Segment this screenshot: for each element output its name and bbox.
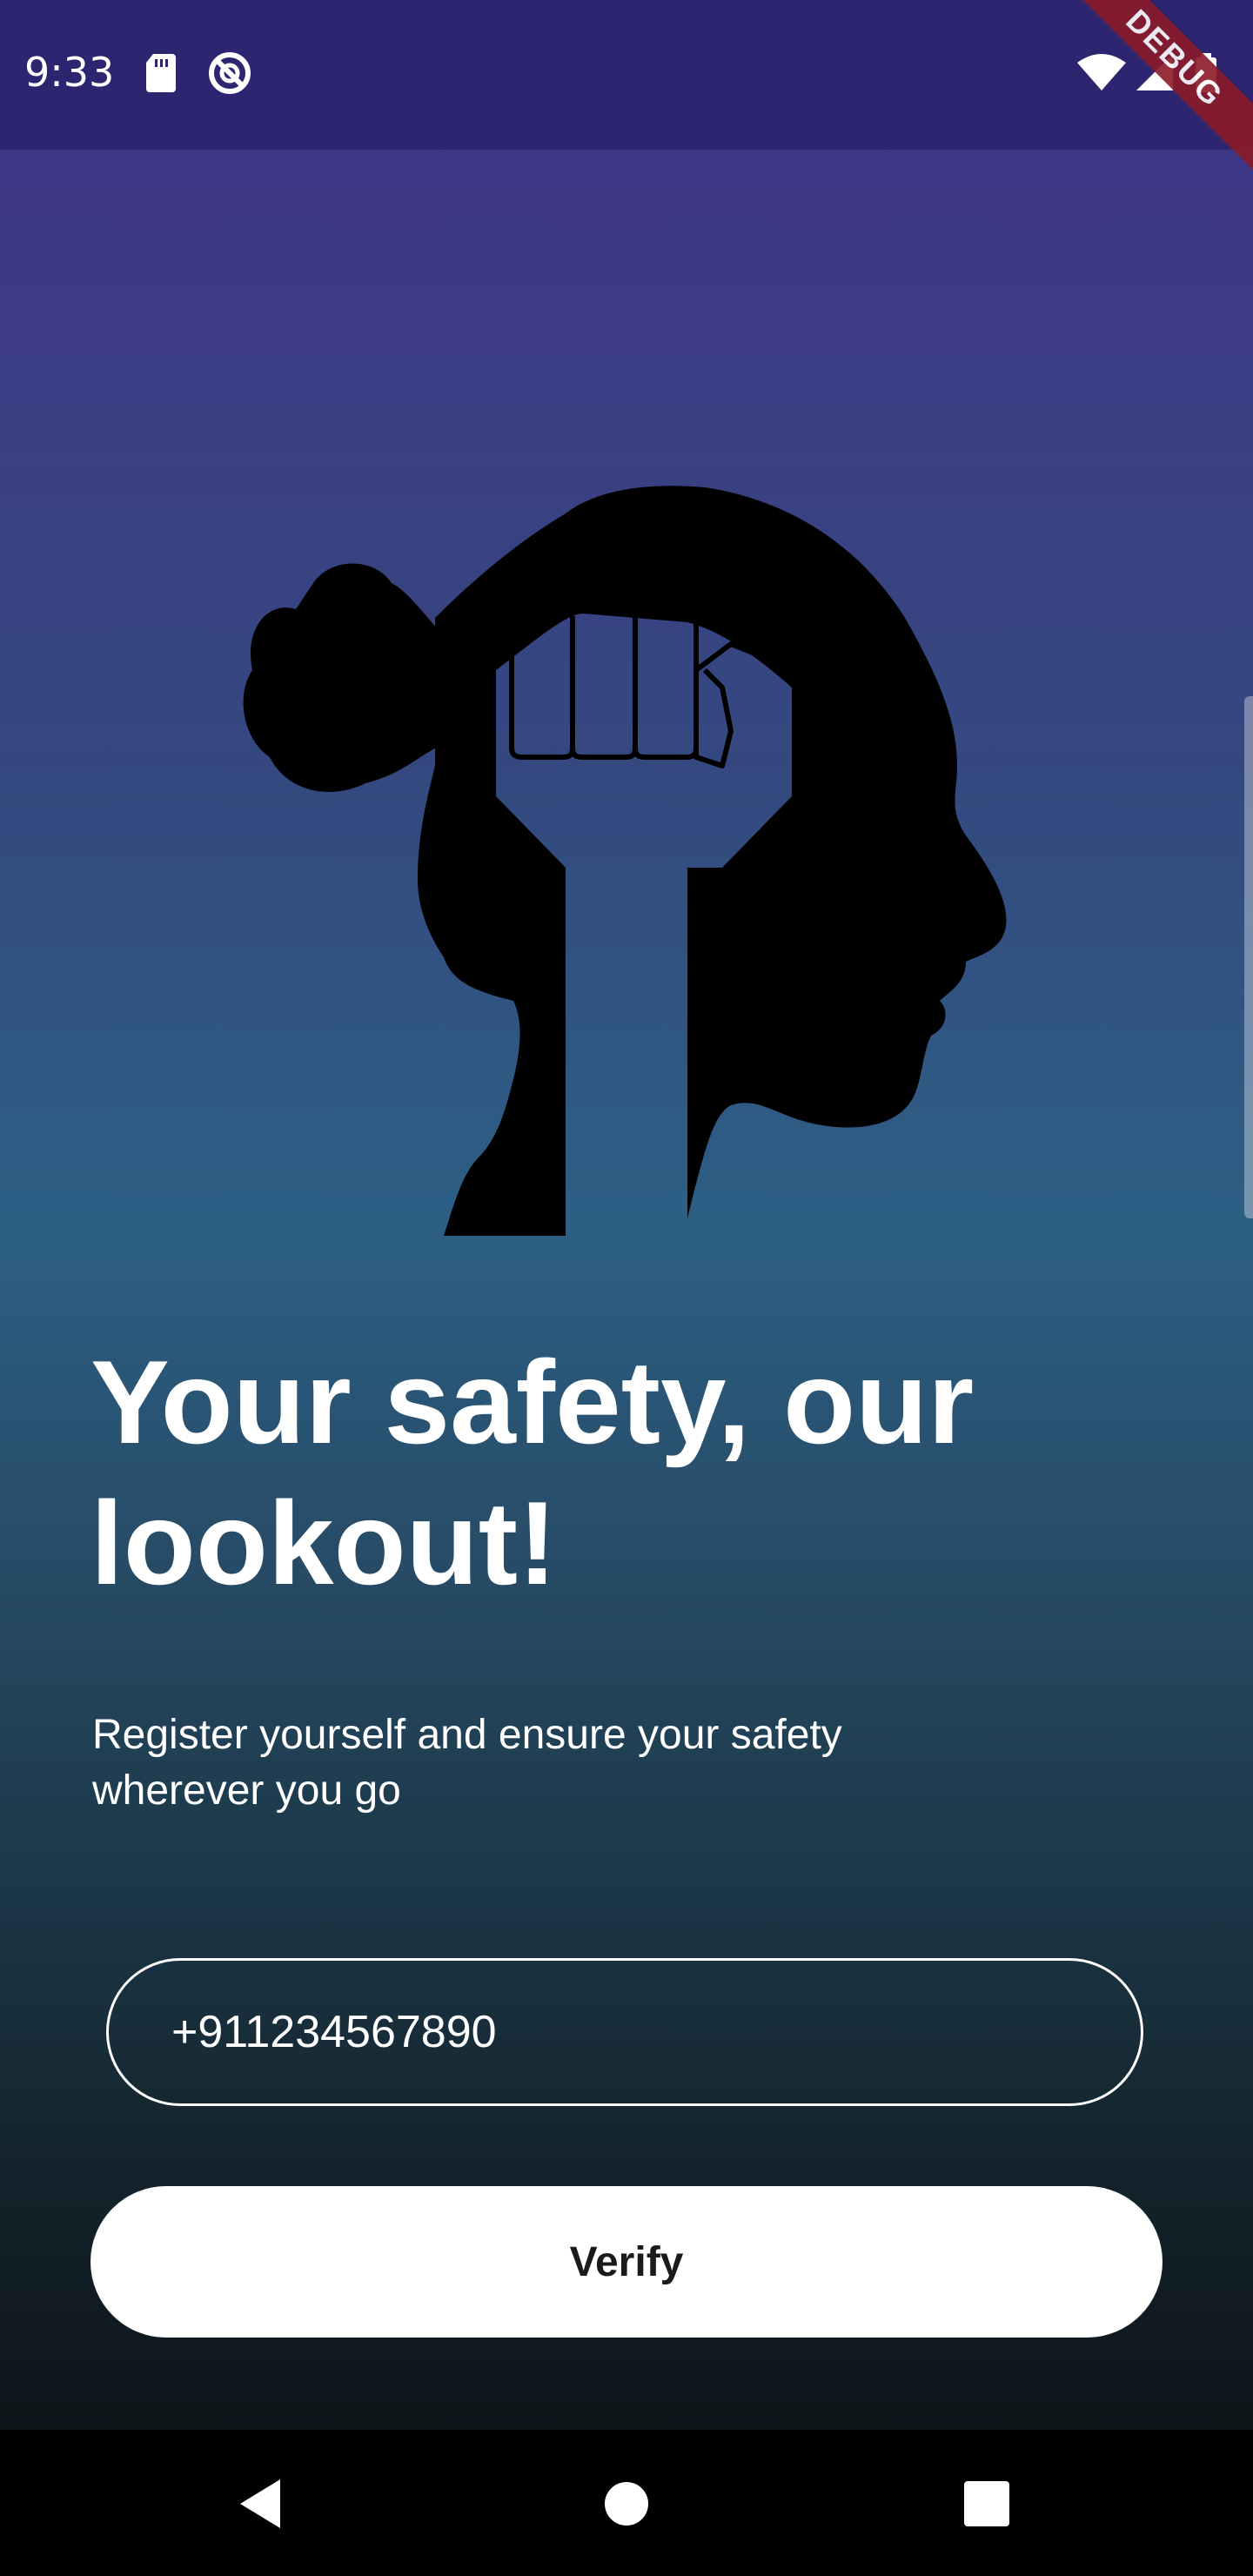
sd-card-icon <box>144 52 178 98</box>
status-time: 9:33 <box>24 49 115 96</box>
home-icon[interactable] <box>587 2465 666 2543</box>
phone-number-input[interactable] <box>106 1958 1143 2106</box>
woman-profile-fist-icon <box>235 470 1018 1253</box>
verify-button[interactable]: Verify <box>90 2186 1163 2338</box>
page-subtitle: Register yourself and ensure your safety… <box>92 1712 842 1814</box>
wifi-icon <box>1077 54 1126 91</box>
status-bar: 9:33 DEBUG <box>0 0 1253 192</box>
navigation-bar <box>0 2430 1253 2576</box>
do-not-disturb-icon <box>207 50 252 100</box>
app-screen: 9:33 DEBUG Your safety, our lookout! Reg… <box>0 0 1253 2430</box>
back-icon[interactable] <box>222 2465 300 2543</box>
page-title: Your safety, our lookout! <box>90 1336 975 1609</box>
scrollbar[interactable] <box>1244 696 1253 1218</box>
recents-icon[interactable] <box>948 2465 1026 2543</box>
debug-banner: DEBUG <box>1041 0 1253 192</box>
